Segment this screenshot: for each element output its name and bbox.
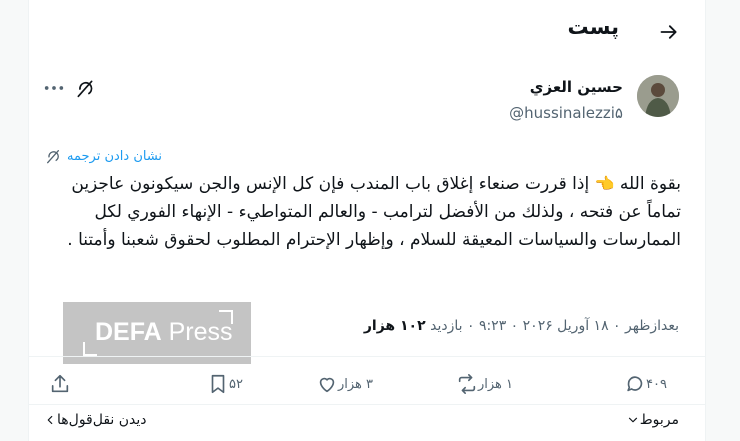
- like-button[interactable]: ۳ هزار: [316, 372, 379, 396]
- divider: [29, 404, 705, 405]
- page-title: پست: [567, 15, 620, 39]
- show-translation-label: نشان دادن ترجمه: [67, 148, 163, 164]
- chevron-left-icon: [47, 415, 53, 425]
- media-watermark: DEFA Press: [95, 318, 233, 346]
- post-date[interactable]: بعدازظهر ۰ ۱۸ آوریل ۲۰۲۶ ۰ ۹:۲۳ ۰ بازدید: [430, 318, 679, 334]
- view-quotes-link[interactable]: دیدن نقل‌قول‌ها: [43, 412, 147, 428]
- reply-button[interactable]: ۴۰۹: [624, 372, 673, 396]
- divider: [29, 356, 705, 357]
- bookmark-button[interactable]: ۵۲: [207, 372, 249, 396]
- post-metadata: بعدازظهر ۰ ۱۸ آوریل ۲۰۲۶ ۰ ۹:۲۳ ۰ بازدید…: [364, 318, 679, 334]
- author-name[interactable]: حسين العزي: [530, 78, 623, 96]
- tweet-text-prefix: بقوة الله: [619, 174, 681, 194]
- repost-icon: [458, 374, 476, 394]
- bottom-row: مربوط دیدن نقل‌قول‌ها: [29, 410, 705, 436]
- related-dropdown[interactable]: مربوط: [626, 412, 679, 428]
- avatar[interactable]: [637, 75, 679, 117]
- header: پست: [29, 0, 705, 64]
- back-arrow-icon[interactable]: [659, 22, 679, 42]
- pointing-left-emoji: 👈: [594, 174, 615, 193]
- chevron-down-icon: [628, 417, 637, 423]
- show-translation-link[interactable]: نشان دادن ترجمه: [45, 146, 162, 166]
- view-quotes-label: دیدن نقل‌قول‌ها: [57, 412, 147, 428]
- related-label: مربوط: [639, 412, 679, 428]
- repost-button[interactable]: ۱ هزار: [456, 372, 519, 396]
- share-button[interactable]: [49, 372, 71, 396]
- repost-count: ۱ هزار: [477, 376, 513, 392]
- post-panel: پست حسين العزي @hussinalezzi۵ نشان دادن …: [28, 0, 706, 441]
- reply-icon: [627, 376, 643, 392]
- view-count: ۱۰۲ هزار: [363, 318, 426, 334]
- translate-icon: [47, 150, 59, 164]
- tweet-text: بقوة الله 👈 إذا قررت صنعاء إغلاق باب الم…: [65, 170, 681, 254]
- like-count: ۳ هزار: [337, 376, 373, 392]
- tweet-text-body: إذا قررت صنعاء إغلاق باب المندب فإن كل ا…: [67, 174, 681, 250]
- share-icon: [51, 374, 69, 393]
- media-image[interactable]: DEFA Press: [63, 302, 251, 364]
- reply-count: ۴۰۹: [646, 376, 667, 392]
- more-icon[interactable]: [43, 78, 65, 98]
- bookmark-icon: [211, 374, 225, 394]
- like-icon: [319, 377, 335, 393]
- grok-icon[interactable]: [75, 78, 95, 98]
- bookmark-count: ۵۲: [229, 376, 243, 392]
- avatar-image: [637, 75, 679, 117]
- author-handle[interactable]: @hussinalezzi۵: [509, 104, 623, 122]
